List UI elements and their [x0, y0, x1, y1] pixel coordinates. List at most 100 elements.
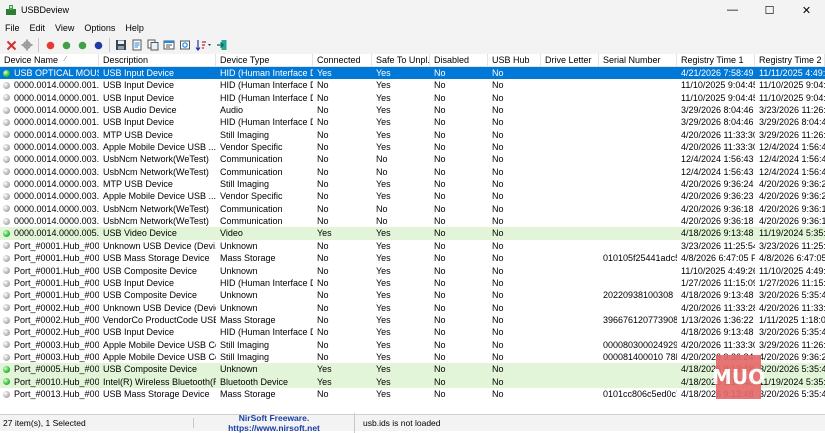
table-row[interactable]: Port_#0010.Hub_#0001 Intel(R) Wireless Bl… — [0, 375, 825, 388]
table-row[interactable]: 0000.0014.0000.001.00... USB Audio Device… — [0, 104, 825, 116]
connected-status-icon — [3, 69, 10, 77]
properties-button[interactable] — [163, 39, 176, 52]
table-row[interactable]: USB OPTICAL MOUSE USB Input Device HID (Hu… — [0, 67, 825, 80]
save-button[interactable] — [115, 39, 128, 52]
table-row[interactable]: Port_#0003.Hub_#0001 Apple Mobile Device … — [0, 351, 825, 363]
settings-button[interactable] — [21, 39, 34, 52]
info-button[interactable] — [92, 39, 105, 52]
maximize-button[interactable]: ☐ — [751, 0, 788, 20]
sort-button[interactable] — [195, 39, 213, 52]
cell-registry-time-2: 4/20/2026 9:36:23 ... — [759, 191, 825, 202]
cell-disabled: No — [434, 216, 446, 227]
cell-connected: No — [317, 142, 329, 153]
cell-device-name: USB OPTICAL MOUSE — [0, 67, 99, 80]
table-row[interactable]: Port_#0005.Hub_#0001 USB Composite Device… — [0, 363, 825, 376]
cell-device-type: HID (Human Interface D... — [220, 80, 313, 91]
table-row[interactable]: 0000.0014.0000.003.00... Apple Mobile Dev… — [0, 190, 825, 202]
disconnect-button[interactable] — [5, 39, 18, 52]
table-row[interactable]: 0000.0014.0000.005.00... USB Video Device… — [0, 227, 825, 240]
device-list[interactable]: Device Name ⁄ Description Device Type Connec… — [0, 54, 825, 402]
table-row[interactable]: 0000.0014.0000.001.00... USB Input Device… — [0, 92, 825, 104]
column-header-safe-to-unpl[interactable]: Safe To Unpl... — [372, 54, 430, 66]
cell-disabled: No — [434, 80, 446, 91]
table-row[interactable]: 0000.0014.0000.003.00... UsbNcm Network(W… — [0, 215, 825, 227]
cell-registry-time-2: 4/20/2026 9:36:18 ... — [759, 203, 825, 214]
cell-device-name: 0000.0014.0000.001.00... — [0, 116, 99, 128]
table-row[interactable]: 0000.0014.0000.003.00... Apple Mobile Dev… — [0, 141, 825, 153]
table-row[interactable]: Port_#0003.Hub_#0001 Apple Mobile Device … — [0, 339, 825, 351]
menu-options[interactable]: Options — [79, 23, 120, 33]
disable-button[interactable] — [44, 39, 57, 52]
cell-description: USB Input Device — [103, 327, 175, 338]
cell-disabled: No — [434, 105, 446, 116]
table-row[interactable]: 0000.0014.0000.003.00... UsbNcm Network(W… — [0, 166, 825, 178]
table-row[interactable]: 0000.0014.0000.001.00... USB Input Device… — [0, 79, 825, 91]
cell-serial-number — [599, 302, 677, 314]
status-nirsoft-link[interactable]: NirSoft Freeware. https://www.nirsoft.ne… — [194, 413, 355, 433]
column-header-registry-time-2[interactable]: Registry Time 2 — [755, 54, 825, 66]
cell-serial-number — [599, 215, 677, 227]
cell-safe-to-unpl: Yes — [376, 339, 391, 350]
menu-help[interactable]: Help — [120, 23, 149, 33]
cell-registry-time-1: 4/18/2026 9:13:48 ... — [681, 228, 755, 239]
cell-safe-to-unpl: Yes — [376, 388, 391, 399]
table-row[interactable]: Port_#0002.Hub_#0001 Unknown USB Device (… — [0, 302, 825, 314]
column-header-connected[interactable]: Connected — [313, 54, 372, 66]
cell-description: VendorCo ProductCode USB ... — [103, 314, 216, 325]
cell-disabled: No — [434, 327, 446, 338]
cell-disabled: No — [434, 364, 446, 375]
column-header-serial-number[interactable]: Serial Number — [599, 54, 677, 66]
copy-multi-button[interactable] — [147, 39, 160, 52]
disconnected-status-icon — [3, 168, 10, 176]
table-row[interactable]: Port_#0001.Hub_#0001 Unknown USB Device (… — [0, 240, 825, 252]
cell-drive-letter — [541, 339, 599, 351]
cell-registry-time-1: 4/20/2026 11:33:30... — [681, 129, 755, 140]
minimize-button[interactable]: — — [714, 0, 751, 20]
table-row[interactable]: Port_#0002.Hub_#0001 USB Input Device HID … — [0, 326, 825, 338]
cell-description: USB Composite Device — [103, 364, 198, 375]
column-header-device-name[interactable]: Device Name ⁄ — [0, 54, 99, 66]
table-row[interactable]: Port_#0002.Hub_#0001 VendorCo ProductCode… — [0, 314, 825, 326]
table-row[interactable]: 0000.0014.0000.001.00... USB Input Device… — [0, 116, 825, 128]
table-row[interactable]: Port_#0013.Hub_#0001 USB Mass Storage Dev… — [0, 388, 825, 400]
close-button[interactable]: ✕ — [788, 0, 825, 20]
cell-serial-number — [599, 326, 677, 338]
cell-drive-letter — [541, 227, 599, 239]
cell-usb-hub: No — [492, 277, 504, 288]
device-name-text: 0000.0014.0000.001.00... — [14, 92, 99, 103]
cell-disabled: No — [434, 240, 446, 251]
table-row[interactable]: 0000.0014.0000.003.00... UsbNcm Network(W… — [0, 203, 825, 215]
column-header-description[interactable]: Description — [99, 54, 216, 66]
copy-button[interactable] — [131, 39, 144, 52]
toolbar-separator — [109, 38, 110, 52]
table-row[interactable]: Port_#0001.Hub_#0001 USB Composite Device… — [0, 289, 825, 301]
cell-device-type: Mass Storage — [220, 253, 276, 264]
cell-connected: No — [317, 129, 329, 140]
status-item-count: 27 item(s), 1 Selected — [0, 418, 194, 428]
cell-registry-time-2: 11/19/2024 5:35:48 ... — [759, 376, 825, 387]
refresh-button[interactable] — [179, 39, 192, 52]
exit-button[interactable] — [216, 39, 229, 52]
disconnected-status-icon — [3, 316, 10, 324]
column-header-usb-hub[interactable]: USB Hub — [488, 54, 541, 66]
disconnected-status-icon — [3, 242, 10, 250]
table-row[interactable]: 0000.0014.0000.003.00... UsbNcm Network(W… — [0, 153, 825, 165]
column-header-registry-time-1[interactable]: Registry Time 1 — [677, 54, 755, 66]
cell-registry-time-1: 12/4/2024 1:56:43 ... — [681, 166, 755, 177]
menu-file[interactable]: File — [0, 23, 25, 33]
enable-button[interactable] — [60, 39, 73, 52]
table-row[interactable]: 0000.0014.0000.003.00... MTP USB Device St… — [0, 129, 825, 141]
table-row[interactable]: Port_#0001.Hub_#0001 USB Input Device HID … — [0, 277, 825, 289]
green-dot-icon — [62, 41, 70, 49]
cell-serial-number — [599, 190, 677, 202]
connect-button[interactable] — [76, 39, 89, 52]
table-row[interactable]: Port_#0001.Hub_#0001 USB Mass Storage Dev… — [0, 252, 825, 264]
column-header-device-type[interactable]: Device Type — [216, 54, 313, 66]
menu-view[interactable]: View — [50, 23, 79, 33]
column-header-drive-letter[interactable]: Drive Letter — [541, 54, 599, 66]
table-row[interactable]: 0000.0014.0000.003.00... MTP USB Device St… — [0, 178, 825, 190]
menu-edit[interactable]: Edit — [25, 23, 51, 33]
cell-registry-time-2: 3/29/2026 11:26:50 ... — [759, 129, 825, 140]
table-row[interactable]: Port_#0001.Hub_#0001 USB Composite Device… — [0, 265, 825, 277]
column-header-disabled[interactable]: Disabled — [430, 54, 488, 66]
